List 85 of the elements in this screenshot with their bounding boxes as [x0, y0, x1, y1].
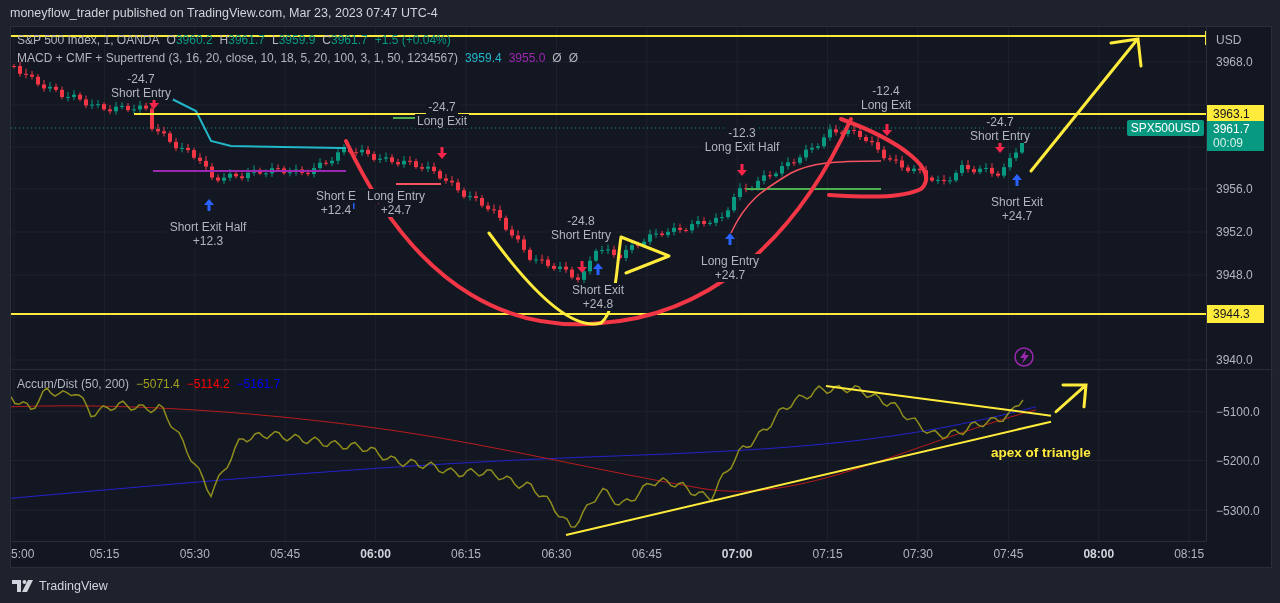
up-arrow-icon — [725, 233, 735, 245]
signal-value: +24.8 — [580, 297, 616, 311]
tradingview-logo-icon — [12, 580, 34, 592]
value-label: −5200.0 — [1216, 453, 1260, 469]
signal-value: -12.4 — [870, 84, 902, 98]
signal-label: Long Exit Half — [702, 140, 782, 154]
indicator-line — [395, 183, 442, 185]
indicator-name: MACD + CMF + Supertrend (3, 16, 20, close, 10, 18, 5, 20, 100, 3, 1, 50, 1234567) — [17, 50, 458, 67]
time-label: 07:45 — [993, 547, 1024, 561]
indicator-value: Ø — [568, 50, 579, 67]
time-label: 5:00 — [11, 547, 35, 561]
ohlc-key: O — [166, 31, 176, 49]
price-change: +1.5 (+0.04%) — [374, 32, 451, 49]
price-label: 3952.0 — [1216, 224, 1253, 240]
symbol-name: S&P 500 Index, 1, OANDA — [17, 32, 160, 49]
annotation-text: apex of triangle — [991, 445, 1091, 460]
down-arrow-icon — [577, 261, 587, 273]
ohlc-value: 3961.7 — [331, 32, 368, 49]
signal-label: Short E — [314, 189, 358, 203]
price-label: 3948.0 — [1216, 267, 1253, 283]
time-label: 05:30 — [179, 547, 210, 561]
indicator-value: −5071.4 — [136, 376, 180, 393]
signal-value: +12.4 — [318, 203, 354, 217]
ohlc-value: 3960.2 — [175, 32, 213, 49]
value-label: −5100.0 — [1216, 404, 1260, 420]
indicator-name: Accum/Dist (50, 200) — [17, 376, 130, 393]
indicator-value: −5161.7 — [236, 376, 281, 393]
signal-value: -12.3 — [726, 126, 758, 140]
lightning-icon — [1014, 347, 1034, 367]
signal-value: -24.7 — [426, 100, 458, 114]
signal-label: Short Exit Half — [167, 220, 249, 234]
price-label: 3940.0 — [1216, 352, 1253, 368]
signal-value: -24.7 — [125, 72, 157, 86]
signal-value: +24.7 — [378, 203, 414, 217]
indicator-value: 3955.0 — [508, 50, 546, 67]
time-label: 08:00 — [1083, 547, 1115, 561]
up-arrow-icon — [1012, 174, 1022, 186]
signal-label: Short Entry — [968, 129, 1032, 143]
currency-label: USD — [1216, 32, 1242, 48]
signal-label: Long Entry — [365, 189, 427, 203]
time-label: 07:15 — [812, 547, 843, 561]
time-label: 07:30 — [903, 547, 933, 561]
signal-label: Long Entry — [699, 254, 761, 268]
up-arrow-drawing — [1054, 383, 1088, 414]
publication-title: moneyflow_trader published on TradingView.com, Mar 23, 2023 07:47 UTC-4 — [10, 6, 438, 20]
price-label: 3968.0 — [1216, 54, 1253, 70]
time-label: 06:15 — [451, 547, 481, 561]
indicator-value: −5114.2 — [186, 376, 230, 393]
down-arrow-icon — [437, 147, 447, 159]
ohlc-key: C — [322, 31, 331, 49]
brand-name: TradingView — [39, 579, 108, 593]
price-label: 3956.0 — [1216, 181, 1253, 197]
signal-label: Short Entry — [549, 228, 613, 242]
signal-value: +12.3 — [190, 234, 226, 248]
ohlc-key: L — [271, 31, 279, 49]
symbol-tag: SPX500USD — [1126, 120, 1204, 136]
signal-label: Short Entry — [109, 86, 173, 100]
time-label: 06:30 — [541, 547, 572, 561]
indicator-value: Ø — [552, 50, 562, 67]
up-arrow-icon — [204, 199, 214, 211]
time-label: 05:15 — [89, 547, 120, 561]
last-price: 3961.7 — [1213, 122, 1251, 136]
down-arrow-icon — [737, 164, 747, 176]
down-arrow-icon — [882, 124, 892, 136]
time-label: 06:45 — [631, 547, 662, 561]
time-label: 08:15 — [1174, 547, 1205, 561]
up-arrow-icon — [593, 263, 603, 275]
value-label: −5300.0 — [1216, 503, 1260, 519]
ohlc-key: H — [219, 31, 229, 49]
signal-value: -24.8 — [565, 214, 597, 228]
ohlc-value: 3961.7 — [228, 32, 265, 49]
ohlc-value: 3959.9 — [278, 32, 316, 49]
time-label: 06:00 — [360, 547, 391, 561]
time-label: 05:45 — [270, 547, 301, 561]
signal-label: Long Exit — [415, 114, 469, 128]
bar-countdown: 00:09 — [1213, 136, 1245, 150]
signal-value: -24.7 — [984, 115, 1016, 129]
signal-value: +24.7 — [712, 268, 748, 282]
indicator-value: 3959.4 — [464, 50, 502, 67]
price-level-tag: 3944.3 — [1207, 305, 1264, 323]
signal-label: Short Exit — [989, 195, 1045, 209]
signal-label: Long Exit — [859, 98, 913, 112]
signal-value: +24.7 — [999, 209, 1035, 223]
time-label: 07:00 — [721, 547, 753, 561]
signal-label: Short Exit — [570, 283, 626, 297]
